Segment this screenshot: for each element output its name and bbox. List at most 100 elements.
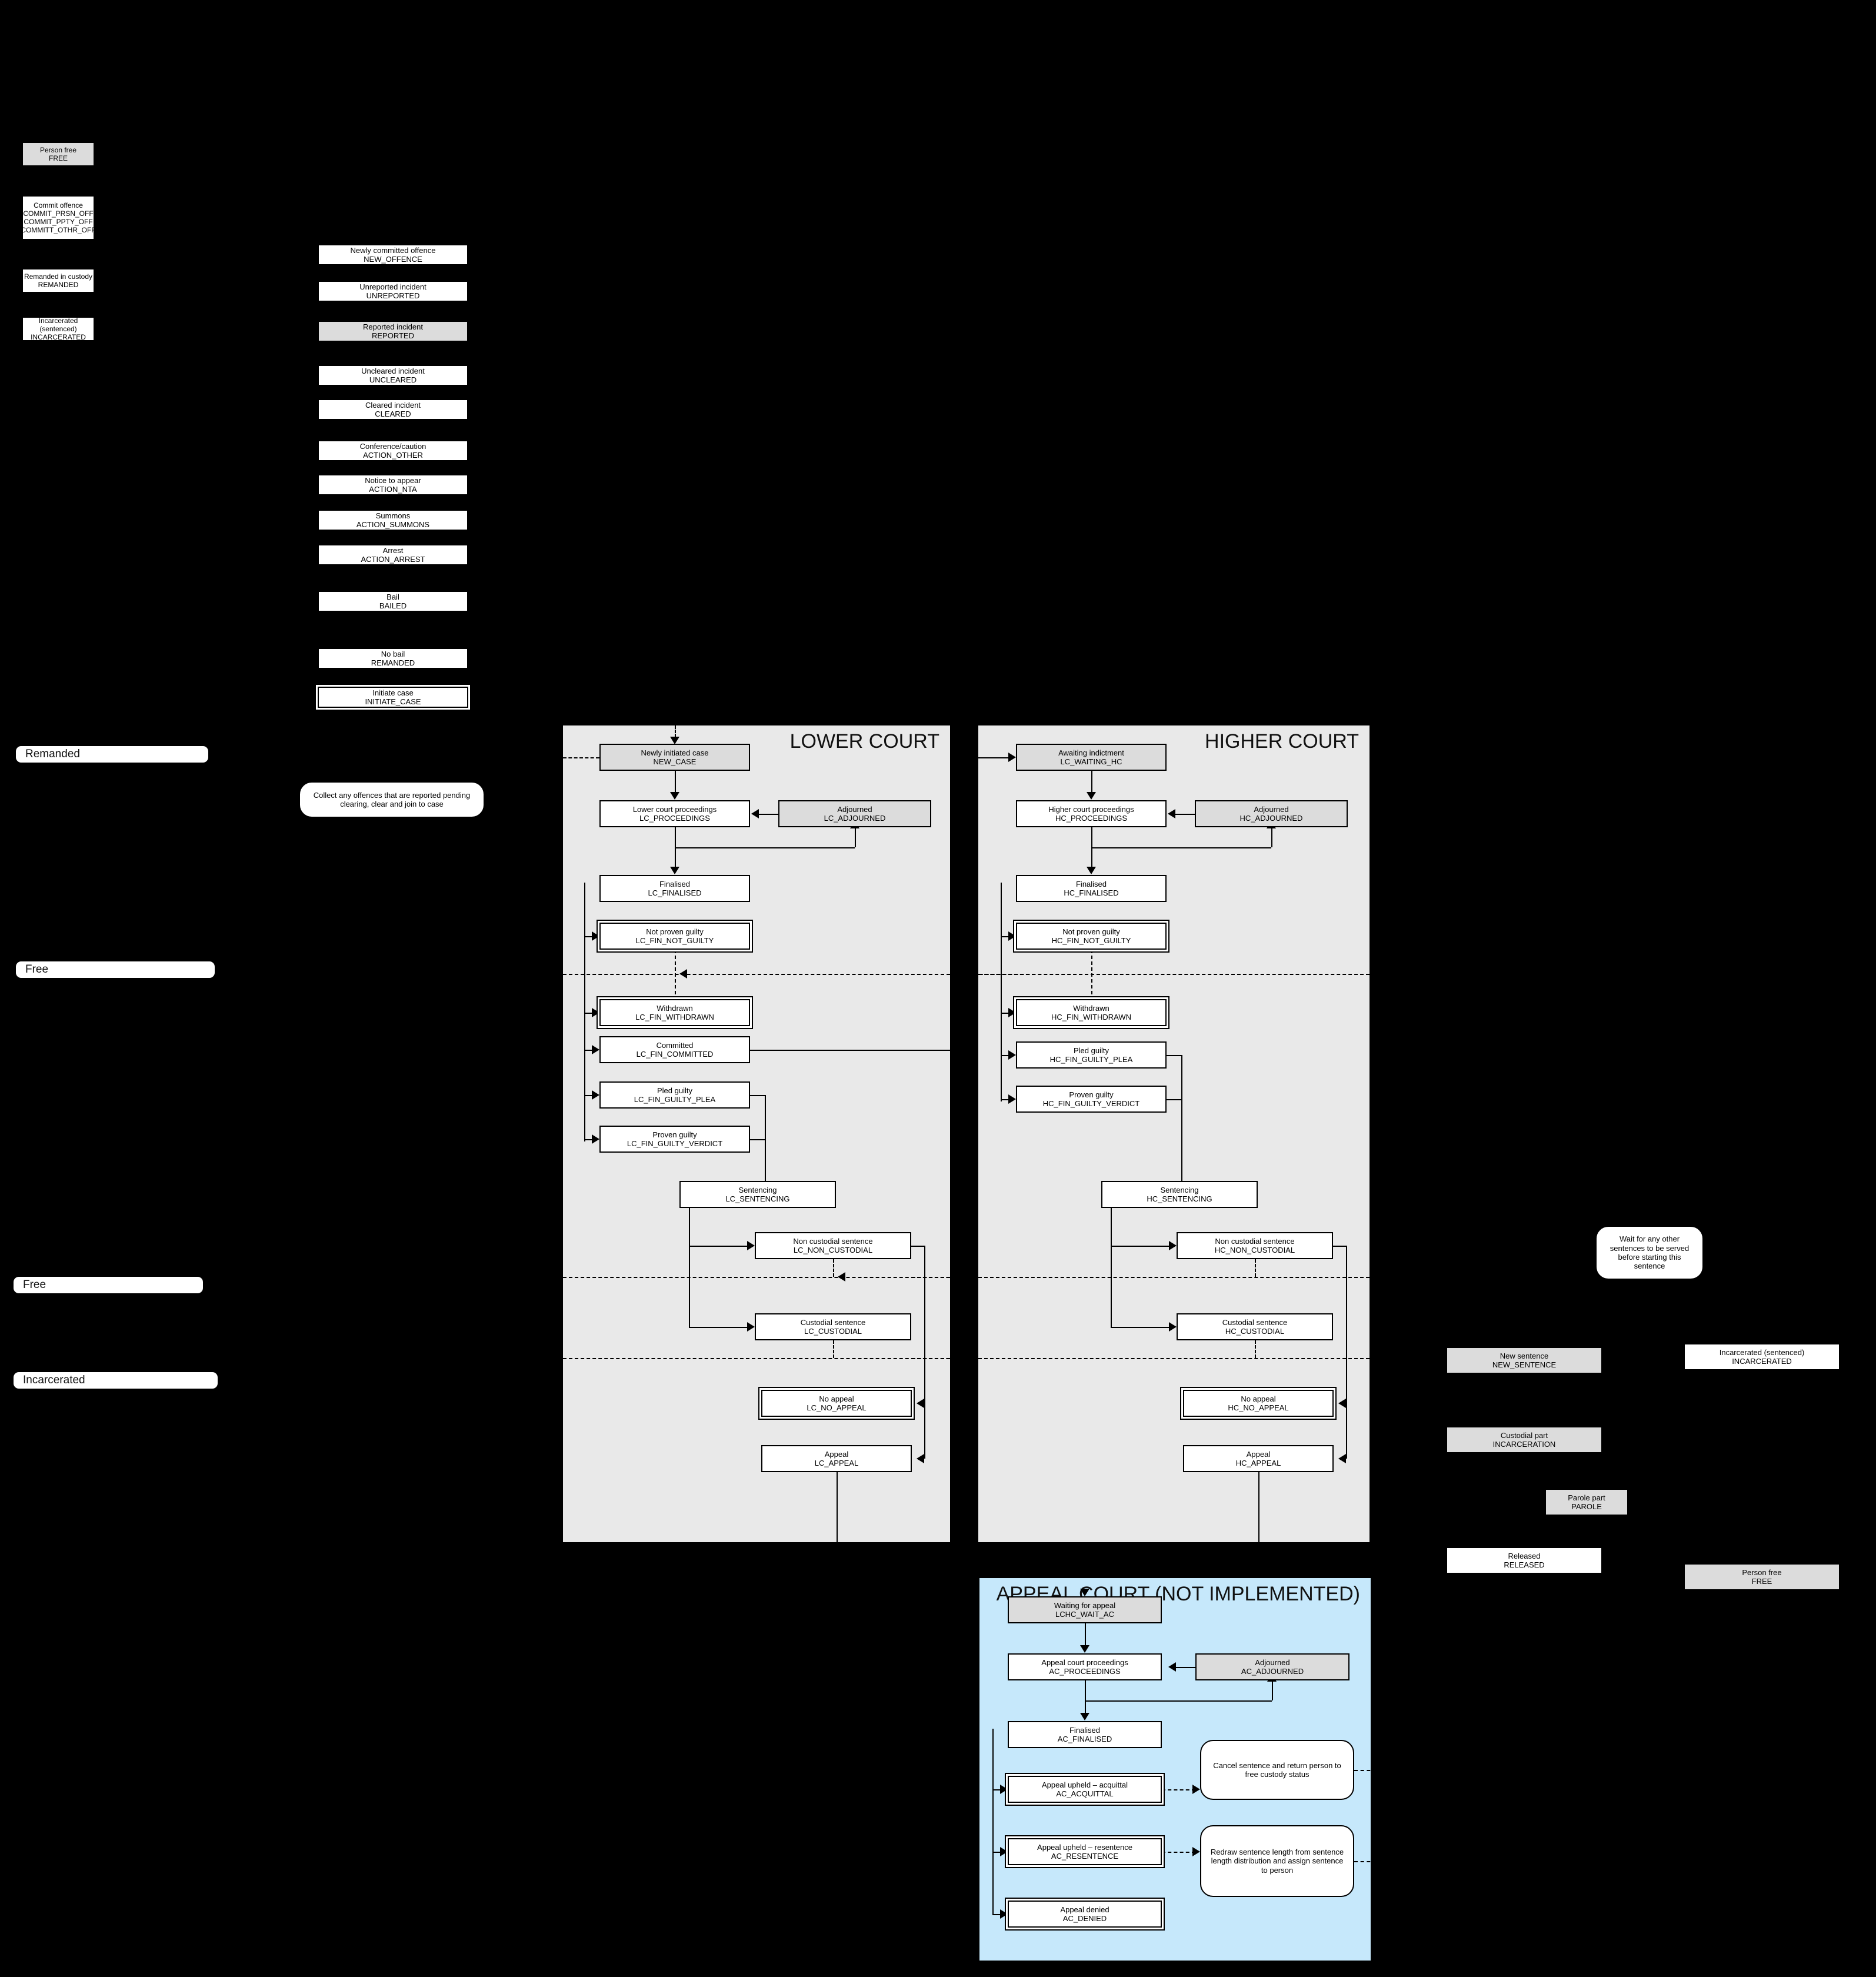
- node-text-line2: LC_SENTENCING: [725, 1194, 790, 1203]
- node-text-line1: Adjourned: [1254, 804, 1289, 814]
- sentence-node-released[interactable]: Released RELEASED: [1446, 1547, 1602, 1574]
- legend-node-incarcerated[interactable]: Incarcerated (sentenced) INCARCERATED: [22, 317, 95, 341]
- node-text-line1: Sentencing: [738, 1185, 777, 1194]
- arrow-head-right: [747, 1322, 755, 1332]
- arrow-head-right: [1192, 1785, 1200, 1794]
- lc-node-lc-appeal[interactable]: Appeal LC_APPEAL: [761, 1445, 912, 1472]
- flowchart-canvas: LOWER COURT HIGHER COURT APPEAL COURT (N…: [0, 0, 1876, 1977]
- hc-node-hc-fin-withdrawn[interactable]: Withdrawn HC_FIN_WITHDRAWN: [1016, 999, 1167, 1026]
- connector-segment: [1162, 1852, 1195, 1853]
- hc-node-hc-custodial[interactable]: Custodial sentence HC_CUSTODIAL: [1177, 1313, 1333, 1340]
- sentence-node-parole[interactable]: Parole part PAROLE: [1545, 1489, 1628, 1516]
- connector-segment: [563, 1358, 950, 1359]
- intake-node-action-arrest[interactable]: Arrest ACTION_ARREST: [318, 544, 468, 565]
- lc-node-lc-finalised[interactable]: Finalised LC_FINALISED: [599, 875, 750, 902]
- node-text-line1: Lower court proceedings: [632, 804, 717, 814]
- legend-node-commit-prsn-off[interactable]: Commit offence COMMIT_PRSN_OFF COMMIT_PPTY…: [21, 195, 96, 240]
- arrow-head-down: [1080, 1713, 1089, 1720]
- node-text-line1: Conference/caution: [359, 441, 426, 451]
- lc-node-lc-fin-not-guilty[interactable]: Not proven guilty LC_FIN_NOT_GUILTY: [599, 923, 750, 950]
- intake-node-new-offence[interactable]: Newly committed offence NEW_OFFENCE: [318, 244, 468, 265]
- ac-node-ac-denied[interactable]: Appeal denied AC_DENIED: [1008, 1901, 1162, 1928]
- intake-node-action-nta[interactable]: Notice to appear ACTION_NTA: [318, 474, 468, 495]
- ac-node-ac-resentence[interactable]: Appeal upheld – resentence AC_RESENTENCE: [1008, 1838, 1162, 1865]
- intake-node-unreported[interactable]: Unreported incident UNREPORTED: [318, 281, 468, 302]
- intake-node-action-summons[interactable]: Summons ACTION_SUMMONS: [318, 510, 468, 531]
- node-text-line2: ACTION_NTA: [369, 485, 417, 494]
- hc-node-lc-waiting-hc[interactable]: Awaiting indictment LC_WAITING_HC: [1016, 744, 1167, 771]
- lc-node-lc-fin-committed[interactable]: Committed LC_FIN_COMMITTED: [599, 1036, 750, 1063]
- lc-node-lc-sentencing[interactable]: Sentencing LC_SENTENCING: [679, 1181, 836, 1208]
- lc-node-lc-fin-guilty-plea[interactable]: Pled guilty LC_FIN_GUILTY_PLEA: [599, 1081, 750, 1109]
- connector-segment: [1111, 1327, 1172, 1328]
- arrow-head-left: [917, 1454, 924, 1463]
- node-text-line2: AC_RESENTENCE: [1051, 1852, 1119, 1860]
- sentence-node-free[interactable]: Person free FREE: [1684, 1563, 1840, 1590]
- node-text-line1: Custodial sentence: [1222, 1317, 1288, 1327]
- hc-node-hc-appeal[interactable]: Appeal HC_APPEAL: [1183, 1445, 1334, 1472]
- node-text-line1: Notice to appear: [365, 475, 421, 485]
- arrow-head-right: [747, 1241, 755, 1250]
- intake-node-remanded[interactable]: No bail REMANDED: [318, 648, 468, 669]
- legend-node-free[interactable]: Person free FREE: [22, 142, 95, 167]
- lc-node-lc-no-appeal[interactable]: No appeal LC_NO_APPEAL: [761, 1390, 912, 1417]
- node-text-line1: Summons: [375, 511, 411, 520]
- node-text-line1: Finalised: [1075, 879, 1107, 888]
- node-text-line2: NEW_OFFENCE: [364, 255, 422, 264]
- connector-segment: [750, 1139, 765, 1140]
- node-text-line2: UNREPORTED: [366, 291, 420, 300]
- node-text-line1: Unreported incident: [359, 282, 426, 291]
- intake-node-bailed[interactable]: Bail BAILED: [318, 591, 468, 612]
- intake-node-action-other[interactable]: Conference/caution ACTION_OTHER: [318, 440, 468, 461]
- node-text-line2: HC_NO_APPEAL: [1228, 1403, 1289, 1412]
- intake-node-reported[interactable]: Reported incident REPORTED: [318, 321, 468, 342]
- intake-node-cleared[interactable]: Cleared incident CLEARED: [318, 399, 468, 420]
- panel-higher-court-title: HIGHER COURT: [1205, 730, 1359, 753]
- hc-node-hc-fin-guilty-plea[interactable]: Pled guilty HC_FIN_GUILTY_PLEA: [1016, 1041, 1167, 1069]
- hc-node-hc-sentencing[interactable]: Sentencing HC_SENTENCING: [1101, 1181, 1258, 1208]
- lc-node-lc-fin-guilty-verdict[interactable]: Proven guilty LC_FIN_GUILTY_VERDICT: [599, 1126, 750, 1153]
- ac-node-ac-acquittal[interactable]: Appeal upheld – acquittal AC_ACQUITTAL: [1008, 1776, 1162, 1803]
- node-text-line2: LC_FINALISED: [648, 888, 702, 897]
- ac-node-lchc-wait-ac[interactable]: Waiting for appeal LCHC_WAIT_AC: [1008, 1596, 1162, 1623]
- node-text-line1: No appeal: [819, 1394, 854, 1403]
- node-text-line1: Not proven guilty: [1062, 927, 1120, 936]
- hc-node-hc-non-custodial[interactable]: Non custodial sentence HC_NON_CUSTODIAL: [1177, 1232, 1333, 1259]
- lc-node-new-case[interactable]: Newly initiated case NEW_CASE: [599, 744, 750, 771]
- node-text-line1: Appeal upheld – acquittal: [1041, 1780, 1128, 1789]
- node-text-line2: INCARCERATED: [31, 333, 86, 342]
- node-text-line1: Higher court proceedings: [1048, 804, 1134, 814]
- lc-node-lc-non-custodial[interactable]: Non custodial sentence LC_NON_CUSTODIAL: [755, 1232, 911, 1259]
- node-text-line2: REMANDED: [38, 281, 79, 289]
- legend-node-remanded[interactable]: Remanded in custody REMANDED: [22, 268, 95, 293]
- sentence-node-incarcerated[interactable]: Incarcerated (sentenced) INCARCERATED: [1684, 1343, 1840, 1370]
- node-text-line2: HC_NON_CUSTODIAL: [1214, 1246, 1295, 1254]
- node-text-line2: HC_ADJOURNED: [1239, 814, 1303, 823]
- node-text-line1: Finalised: [1069, 1725, 1101, 1735]
- status-pill-label: Incarcerated: [23, 1374, 85, 1386]
- lc-node-lc-adjourned[interactable]: Adjourned LC_ADJOURNED: [778, 800, 931, 827]
- arrow-head-left: [1168, 1662, 1176, 1672]
- lc-node-lc-fin-withdrawn[interactable]: Withdrawn LC_FIN_WITHDRAWN: [599, 999, 750, 1026]
- hc-node-hc-adjourned[interactable]: Adjourned HC_ADJOURNED: [1195, 800, 1348, 827]
- node-text-line2: CLEARED: [375, 410, 411, 418]
- hc-node-hc-finalised[interactable]: Finalised HC_FINALISED: [1016, 875, 1167, 902]
- hc-node-hc-fin-guilty-verdict[interactable]: Proven guilty HC_FIN_GUILTY_VERDICT: [1016, 1086, 1167, 1113]
- intake-node-initiate-case[interactable]: Initiate case INITIATE_CASE: [318, 687, 468, 708]
- ac-node-ac-finalised[interactable]: Finalised AC_FINALISED: [1008, 1721, 1162, 1748]
- sentence-node-incarceration[interactable]: Custodial part INCARCERATION: [1446, 1426, 1602, 1453]
- lc-node-lc-custodial[interactable]: Custodial sentence LC_CUSTODIAL: [755, 1313, 911, 1340]
- hc-node-hc-proceedings[interactable]: Higher court proceedings HC_PROCEEDINGS: [1016, 800, 1167, 827]
- hc-node-hc-no-appeal[interactable]: No appeal HC_NO_APPEAL: [1183, 1390, 1334, 1417]
- hc-node-hc-fin-not-guilty[interactable]: Not proven guilty HC_FIN_NOT_GUILTY: [1016, 923, 1167, 950]
- node-text-line1: Waiting for appeal: [1054, 1600, 1116, 1610]
- arrow-head-right: [592, 1045, 599, 1054]
- sentence-node-new-sentence[interactable]: New sentence NEW_SENTENCE: [1446, 1347, 1602, 1374]
- ac-node-ac-proceedings[interactable]: Appeal court proceedings AC_PROCEEDINGS: [1008, 1653, 1162, 1680]
- ac-node-ac-adjourned[interactable]: Adjourned AC_ADJOURNED: [1195, 1653, 1349, 1680]
- connector-segment: [911, 1246, 924, 1247]
- lc-node-lc-proceedings[interactable]: Lower court proceedings LC_PROCEEDINGS: [599, 800, 750, 827]
- node-text-line1: Newly initiated case: [641, 748, 709, 757]
- node-text-line2: HC_APPEAL: [1235, 1459, 1281, 1467]
- intake-node-uncleared[interactable]: Uncleared incident UNCLEARED: [318, 365, 468, 386]
